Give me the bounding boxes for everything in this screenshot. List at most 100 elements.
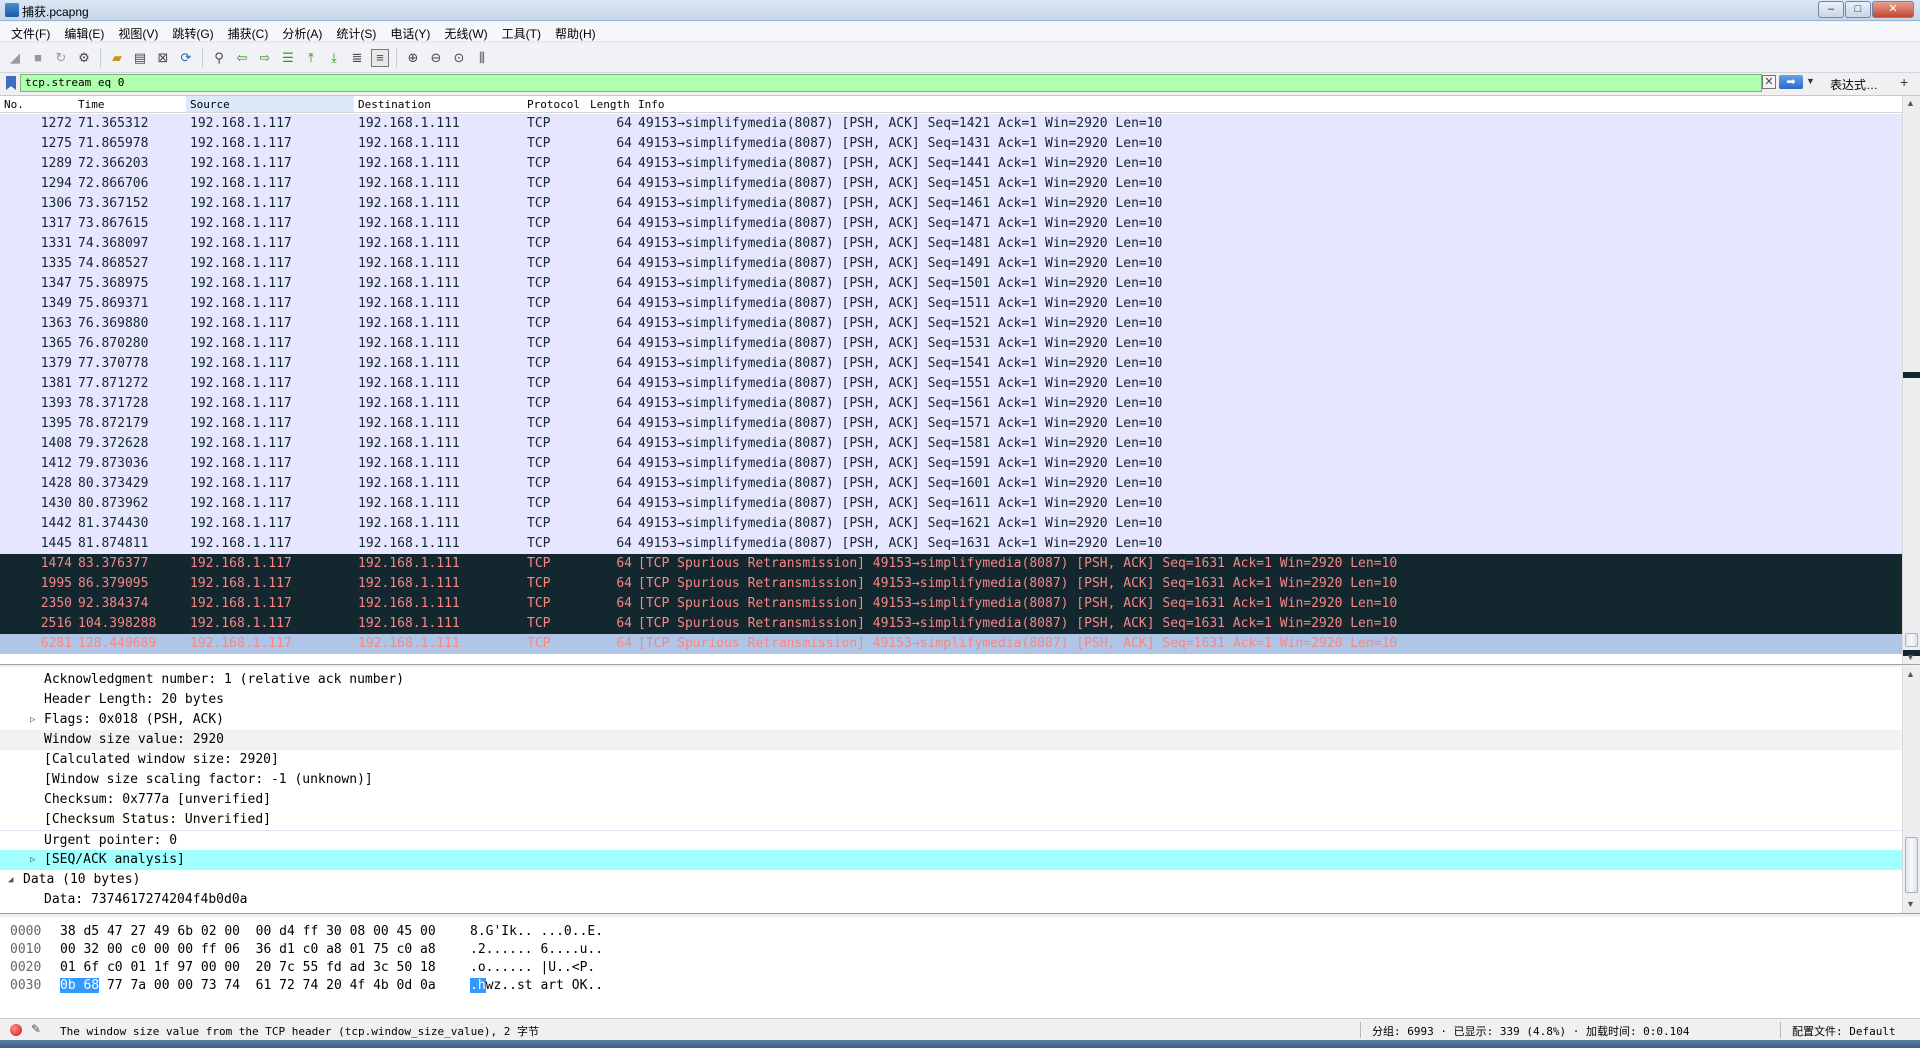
- scroll-thumb[interactable]: [1905, 837, 1918, 893]
- save-file-icon[interactable]: ▤: [131, 49, 149, 67]
- byte-hex[interactable]: 01 6f c0 01 1f 97 00 00 20 7c 55 fd ad 3…: [60, 959, 436, 977]
- menu-capture[interactable]: 捕获(C): [221, 22, 276, 41]
- open-file-icon[interactable]: ▰: [108, 49, 126, 67]
- scroll-down-icon[interactable]: ▼: [1906, 652, 1915, 662]
- packet-row[interactable]: 1317 73.867615 192.168.1.117 192.168.1.111 T…: [0, 214, 1902, 234]
- apply-filter-button[interactable]: ➡: [1779, 75, 1803, 89]
- menu-help[interactable]: 帮助(H): [548, 22, 603, 41]
- detail-tree-item[interactable]: ▷ Flags: 0x018 (PSH, ACK): [0, 710, 1902, 730]
- capture-options-icon[interactable]: ⚙: [75, 49, 93, 67]
- start-capture-icon[interactable]: ◢: [6, 49, 24, 67]
- detail-tree-item[interactable]: ▷ [SEQ/ACK analysis]: [0, 850, 1902, 870]
- menu-analyze[interactable]: 分析(A): [275, 22, 329, 41]
- packet-row[interactable]: 1445 81.874811 192.168.1.117 192.168.1.111 T…: [0, 534, 1902, 554]
- column-header-source[interactable]: Source: [186, 96, 354, 112]
- column-header-destination[interactable]: Destination: [358, 98, 431, 111]
- byte-ascii[interactable]: .hwz..st art OK..: [470, 977, 603, 995]
- packet-row[interactable]: 1428 80.373429 192.168.1.117 192.168.1.111 T…: [0, 474, 1902, 494]
- find-packet-icon[interactable]: ⚲: [210, 49, 228, 67]
- packet-row[interactable]: 1275 71.865978 192.168.1.117 192.168.1.111 T…: [0, 134, 1902, 154]
- packet-row[interactable]: 1289 72.366203 192.168.1.117 192.168.1.111 T…: [0, 154, 1902, 174]
- menu-view[interactable]: 视图(V): [111, 22, 165, 41]
- detail-tree-item[interactable]: [Checksum Status: Unverified]: [0, 810, 1902, 830]
- detail-tree-item[interactable]: Checksum: 0x777a [unverified]: [0, 790, 1902, 810]
- detail-tree-item[interactable]: [Calculated window size: 2920]: [0, 750, 1902, 770]
- packet-row[interactable]: 1379 77.370778 192.168.1.117 192.168.1.111 T…: [0, 354, 1902, 374]
- detail-tree-item[interactable]: Urgent pointer: 0: [0, 830, 1902, 850]
- packet-row[interactable]: 1395 78.872179 192.168.1.117 192.168.1.111 T…: [0, 414, 1902, 434]
- packet-row[interactable]: 1442 81.374430 192.168.1.117 192.168.1.111 T…: [0, 514, 1902, 534]
- packet-row[interactable]: 1408 79.372628 192.168.1.117 192.168.1.111 T…: [0, 434, 1902, 454]
- go-back-icon[interactable]: ⇦: [233, 49, 251, 67]
- maximize-button[interactable]: □: [1845, 1, 1871, 18]
- packet-row[interactable]: 1349 75.869371 192.168.1.117 192.168.1.111 T…: [0, 294, 1902, 314]
- close-file-icon[interactable]: ⊠: [154, 49, 172, 67]
- menu-statistics[interactable]: 统计(S): [329, 22, 383, 41]
- packet-row[interactable]: 1347 75.368975 192.168.1.117 192.168.1.111 T…: [0, 274, 1902, 294]
- packet-row[interactable]: 1294 72.866706 192.168.1.117 192.168.1.111 T…: [0, 174, 1902, 194]
- menu-telephony[interactable]: 电话(Y): [383, 22, 437, 41]
- go-forward-icon[interactable]: ⇨: [256, 49, 274, 67]
- byte-hex[interactable]: 38 d5 47 27 49 6b 02 00 00 d4 ff 30 08 0…: [60, 923, 436, 941]
- detail-tree-item[interactable]: Data: 7374617274204f4b0d0a: [0, 890, 1902, 910]
- packet-row[interactable]: 1393 78.371728 192.168.1.117 192.168.1.111 T…: [0, 394, 1902, 414]
- packet-row[interactable]: 6281 128.449689 192.168.1.117 192.168.1.111…: [0, 634, 1902, 654]
- byte-row[interactable]: 0000 38 d5 47 27 49 6b 02 00 00 d4 ff 30 …: [0, 923, 1900, 941]
- packet-row[interactable]: 1331 74.368097 192.168.1.117 192.168.1.111 T…: [0, 234, 1902, 254]
- auto-scroll-icon[interactable]: ≣: [348, 49, 366, 67]
- packet-row[interactable]: 1474 83.376377 192.168.1.117 192.168.1.111 T…: [0, 554, 1902, 574]
- packet-row[interactable]: 1381 77.871272 192.168.1.117 192.168.1.111 T…: [0, 374, 1902, 394]
- packet-row[interactable]: 1995 86.379095 192.168.1.117 192.168.1.111 T…: [0, 574, 1902, 594]
- scroll-down-icon[interactable]: ▼: [1906, 899, 1915, 909]
- details-scrollbar[interactable]: ▲ ▼: [1902, 667, 1920, 913]
- filter-bookmark-icon[interactable]: [6, 76, 16, 90]
- column-header-protocol[interactable]: Protocol: [527, 98, 580, 111]
- packet-row[interactable]: 2350 92.384374 192.168.1.117 192.168.1.111 T…: [0, 594, 1902, 614]
- close-button[interactable]: ✕: [1872, 1, 1914, 18]
- expand-triangle-icon[interactable]: ▷: [30, 710, 35, 730]
- detail-tree-item[interactable]: [Window size scaling factor: -1 (unknown…: [0, 770, 1902, 790]
- go-to-packet-icon[interactable]: ☰: [279, 49, 297, 67]
- column-header-info[interactable]: Info: [638, 98, 665, 111]
- colorize-icon[interactable]: ≡: [371, 48, 389, 67]
- zoom-in-icon[interactable]: ⊕: [404, 49, 422, 67]
- go-first-packet-icon[interactable]: ⤒: [302, 49, 320, 67]
- column-header-no[interactable]: No.: [4, 98, 24, 111]
- byte-row[interactable]: 0020 01 6f c0 01 1f 97 00 00 20 7c 55 fd …: [0, 959, 1900, 977]
- menu-wireless[interactable]: 无线(W): [437, 22, 494, 41]
- minimize-button[interactable]: –: [1818, 1, 1844, 18]
- scroll-up-icon[interactable]: ▲: [1906, 98, 1915, 108]
- menu-go[interactable]: 跳转(G): [165, 22, 220, 41]
- packet-row[interactable]: 1306 73.367152 192.168.1.117 192.168.1.111 T…: [0, 194, 1902, 214]
- zoom-normal-icon[interactable]: ⊙: [450, 49, 468, 67]
- configuration-profile[interactable]: 配置文件: Default: [1792, 1023, 1896, 1039]
- detail-tree-item[interactable]: Window size value: 2920: [0, 730, 1902, 750]
- scroll-up-icon[interactable]: ▲: [1906, 669, 1915, 679]
- packet-row[interactable]: 1272 71.365312 192.168.1.117 192.168.1.111 T…: [0, 114, 1902, 134]
- go-last-packet-icon[interactable]: ⤓: [325, 49, 343, 67]
- byte-ascii[interactable]: 8.G'Ik.. ...0..E.: [470, 923, 603, 941]
- byte-hex[interactable]: 00 32 00 c0 00 00 ff 06 36 d1 c0 a8 01 7…: [60, 941, 436, 959]
- restart-capture-icon[interactable]: ↻: [52, 49, 70, 67]
- packet-row[interactable]: 2516 104.398288 192.168.1.117 192.168.1.111…: [0, 614, 1902, 634]
- expression-button[interactable]: 表达式…: [1830, 76, 1878, 93]
- packet-list-scrollbar[interactable]: ▲ ▼: [1902, 96, 1920, 664]
- detail-tree-item[interactable]: Acknowledgment number: 1 (relative ack n…: [0, 670, 1902, 690]
- menu-edit[interactable]: 编辑(E): [57, 22, 111, 41]
- display-filter-input[interactable]: tcp.stream eq 0: [20, 74, 1762, 92]
- expand-triangle-icon[interactable]: ▷: [30, 850, 35, 870]
- menu-file[interactable]: 文件(F): [4, 22, 57, 41]
- collapse-triangle-icon[interactable]: ◢: [8, 870, 13, 890]
- column-header-time[interactable]: Time: [78, 98, 105, 111]
- detail-tree-item[interactable]: Header Length: 20 bytes: [0, 690, 1902, 710]
- byte-hex[interactable]: 0b 68 77 7a 00 00 73 74 61 72 74 20 4f 4…: [60, 977, 436, 995]
- byte-row[interactable]: 0010 00 32 00 c0 00 00 ff 06 36 d1 c0 a8 …: [0, 941, 1900, 959]
- packet-row[interactable]: 1363 76.369880 192.168.1.117 192.168.1.111 T…: [0, 314, 1902, 334]
- resize-columns-icon[interactable]: ⫼: [473, 49, 491, 67]
- byte-ascii[interactable]: .2...... 6....u..: [470, 941, 603, 959]
- scroll-thumb[interactable]: [1905, 633, 1918, 647]
- packet-row[interactable]: 1412 79.873036 192.168.1.117 192.168.1.111 T…: [0, 454, 1902, 474]
- packet-row[interactable]: 1335 74.868527 192.168.1.117 192.168.1.111 T…: [0, 254, 1902, 274]
- expert-info-icon[interactable]: [10, 1024, 22, 1036]
- packet-row[interactable]: 1430 80.873962 192.168.1.117 192.168.1.111 T…: [0, 494, 1902, 514]
